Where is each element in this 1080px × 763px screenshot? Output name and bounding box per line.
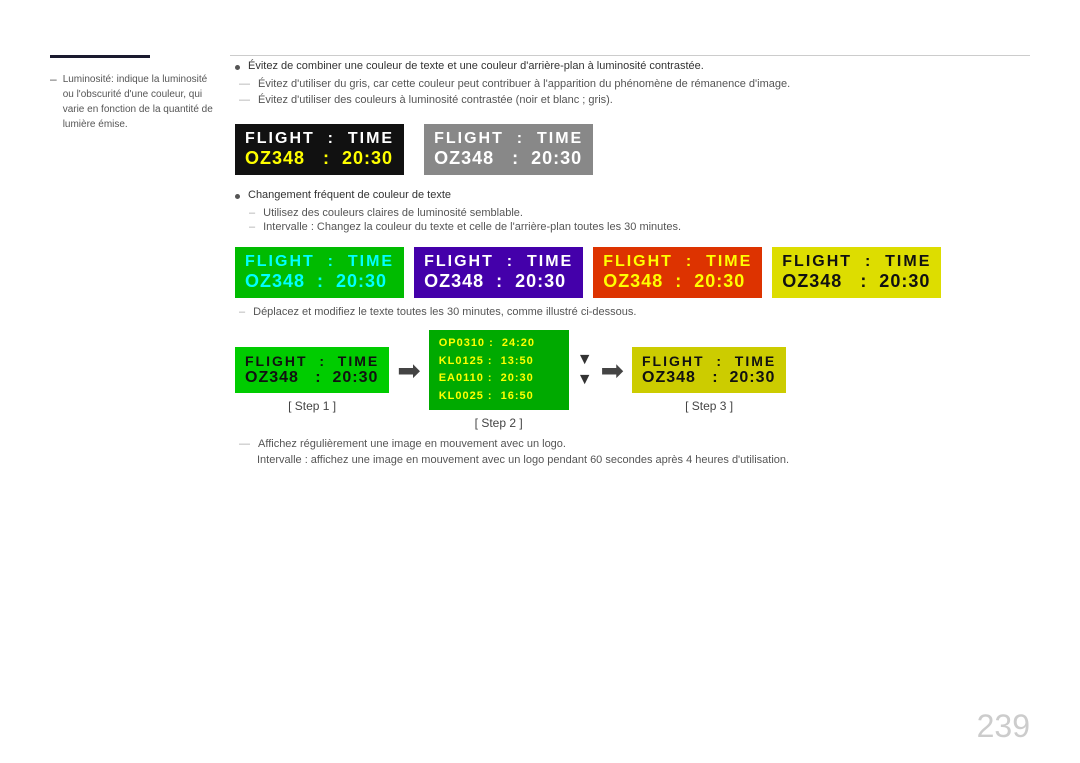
flight-row1-black: FLIGHT : TIME bbox=[245, 130, 394, 148]
step2-lines: OP0310 : 24:20 KL0125 : 13:50 EA0110 : 2… bbox=[439, 335, 559, 405]
note-1: Affichez régulièrement une image en mouv… bbox=[235, 438, 1030, 450]
step-3-label: [ Step 3 ] bbox=[685, 399, 733, 413]
sub-2: Intervalle : Changez la couleur du texte… bbox=[235, 221, 1030, 233]
flight-boxes-section: FLIGHT : TIME OZ348 : 20:30 FLIGHT : TIM… bbox=[235, 124, 1030, 175]
flight-row1-yellow: FLIGHT : TIME bbox=[782, 253, 931, 271]
step-3-item: FLIGHT : TIME OZ348 : 20:30 [ Step 3 ] bbox=[632, 347, 786, 413]
flight-box-black: FLIGHT : TIME OZ348 : 20:30 bbox=[235, 124, 404, 175]
flight-row1-green: FLIGHT : TIME bbox=[245, 253, 394, 271]
change-freq-section: Changement fréquent de couleur de texte … bbox=[235, 189, 1030, 233]
flight-row2-green: OZ348 : 20:30 bbox=[245, 271, 394, 292]
bullet-1: Évitez de combiner une couleur de texte … bbox=[235, 60, 1030, 72]
flight-box-purple: FLIGHT : TIME OZ348 : 20:30 bbox=[414, 247, 583, 298]
arrow-down-pair: ▼ ▼ bbox=[577, 351, 593, 389]
step-1-label: [ Step 1 ] bbox=[288, 399, 336, 413]
step-2-label: [ Step 2 ] bbox=[475, 416, 523, 430]
steps-note: Déplacez et modifiez le texte toutes les… bbox=[235, 306, 1030, 318]
arrow-right-1: ➡ bbox=[397, 354, 420, 387]
steps-row: FLIGHT : TIME OZ348 : 20:30 [ Step 1 ] ➡… bbox=[235, 330, 1030, 430]
flight-box-yellow: FLIGHT : TIME OZ348 : 20:30 bbox=[772, 247, 941, 298]
step1-row1: FLIGHT : TIME bbox=[245, 353, 379, 369]
flight-row2-black: OZ348 : 20:30 bbox=[245, 148, 394, 169]
step-1-item: FLIGHT : TIME OZ348 : 20:30 [ Step 1 ] bbox=[235, 347, 389, 413]
dash-1: Évitez d'utiliser du gris, car cette cou… bbox=[235, 78, 1030, 90]
bullet-dot-1 bbox=[235, 65, 240, 70]
dash-2: Évitez d'utiliser des couleurs à luminos… bbox=[235, 94, 1030, 106]
flight-row2-gray: OZ348 : 20:30 bbox=[434, 148, 583, 169]
page-number: 239 bbox=[977, 708, 1030, 745]
step3-row1: FLIGHT : TIME bbox=[642, 353, 776, 369]
sub-1: Utilisez des couleurs claires de luminos… bbox=[235, 207, 1030, 219]
bullet-2: Changement fréquent de couleur de texte bbox=[235, 189, 1030, 201]
step2-multi-box: OP0310 : 24:20 KL0125 : 13:50 EA0110 : 2… bbox=[429, 330, 569, 410]
main-content: Évitez de combiner une couleur de texte … bbox=[235, 60, 1030, 466]
step-2-item: OP0310 : 24:20 KL0125 : 13:50 EA0110 : 2… bbox=[429, 330, 569, 430]
flight-row2-yellow: OZ348 : 20:30 bbox=[782, 271, 931, 292]
flight-box-gray: FLIGHT : TIME OZ348 : 20:30 bbox=[424, 124, 593, 175]
top-divider bbox=[230, 55, 1030, 56]
color-variants-row: FLIGHT : TIME OZ348 : 20:30 FLIGHT : TIM… bbox=[235, 247, 1030, 298]
flight-row1-orange: FLIGHT : TIME bbox=[603, 253, 752, 271]
bullet-dot-2 bbox=[235, 194, 240, 199]
flight-row2-purple: OZ348 : 20:30 bbox=[424, 271, 573, 292]
bottom-notes: Affichez régulièrement une image en mouv… bbox=[235, 438, 1030, 466]
step1-flight-box: FLIGHT : TIME OZ348 : 20:30 bbox=[235, 347, 389, 393]
sidebar: Luminosité: indique la luminosité ou l'o… bbox=[50, 55, 220, 132]
sidebar-accent-line bbox=[50, 55, 150, 58]
sidebar-text: Luminosité: indique la luminosité ou l'o… bbox=[50, 72, 220, 132]
step1-row2: OZ348 : 20:30 bbox=[245, 369, 379, 387]
flight-box-green: FLIGHT : TIME OZ348 : 20:30 bbox=[235, 247, 404, 298]
step3-flight-box: FLIGHT : TIME OZ348 : 20:30 bbox=[632, 347, 786, 393]
flight-row2-orange: OZ348 : 20:30 bbox=[603, 271, 752, 292]
flight-box-orange: FLIGHT : TIME OZ348 : 20:30 bbox=[593, 247, 762, 298]
arrow-right-2: ➡ bbox=[601, 354, 624, 387]
note-2: Intervalle : affichez une image en mouve… bbox=[235, 454, 1030, 466]
flight-row1-gray: FLIGHT : TIME bbox=[434, 130, 583, 148]
step3-row2: OZ348 : 20:30 bbox=[642, 369, 776, 387]
flight-row1-purple: FLIGHT : TIME bbox=[424, 253, 573, 271]
